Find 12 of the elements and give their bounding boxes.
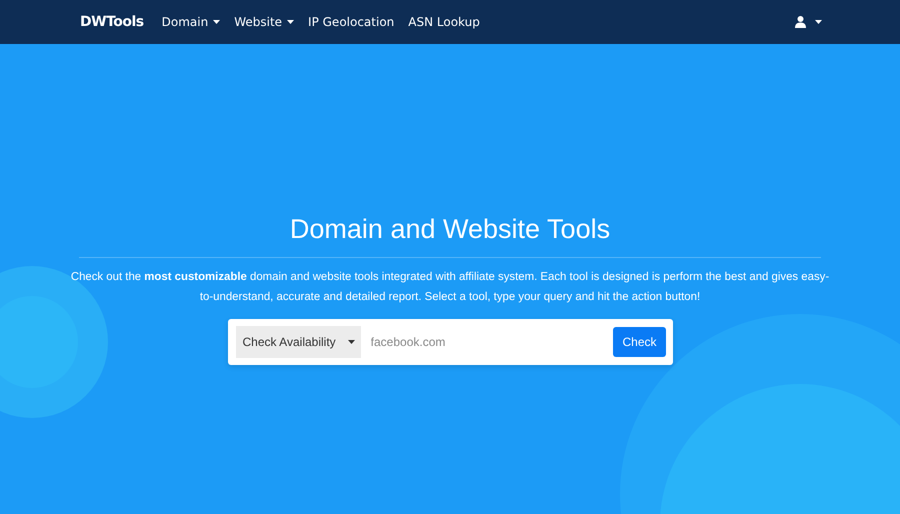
nav-link[interactable]: ASN Lookup [408, 15, 480, 29]
user-icon [795, 16, 806, 28]
tool-select[interactable]: Check Availability [236, 326, 361, 358]
user-menu-button[interactable] [795, 16, 822, 28]
nav-dropdown[interactable]: Website [234, 15, 294, 29]
nav-link[interactable]: IP Geolocation [308, 15, 394, 29]
hero-description: Check out the most customizable domain and website tools integrated with affiliate system. Each tool is designed is perform the best and gives easy-to-understand, accurate and detailed report. Select a tool, type your query and hit the action button! [70, 270, 830, 305]
check-button[interactable]: Check [613, 327, 666, 357]
hero-title: Domain and Website Tools [290, 214, 610, 245]
brand-logo-text[interactable]: DWTools [80, 14, 144, 30]
caret-icon [348, 340, 355, 344]
nav-dropdown[interactable]: Domain [162, 15, 220, 29]
